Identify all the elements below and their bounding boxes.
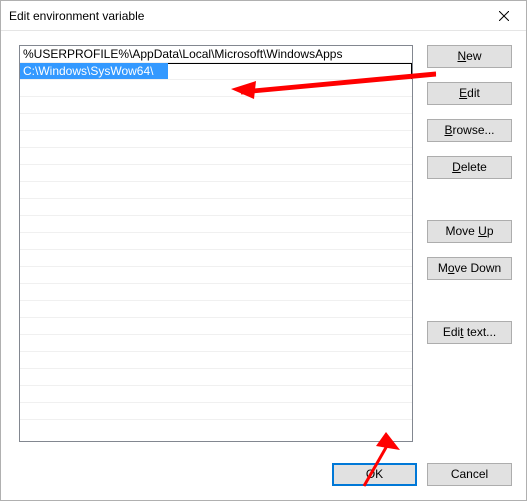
new-button[interactable]: New bbox=[427, 45, 512, 68]
edit-button[interactable]: Edit bbox=[427, 82, 512, 105]
close-button[interactable] bbox=[481, 1, 526, 30]
path-listbox[interactable]: %USERPROFILE%\AppData\Local\Microsoft\Wi… bbox=[19, 45, 413, 442]
edit-text-button[interactable]: Edit text... bbox=[427, 321, 512, 344]
side-buttons: New Edit Browse... Delete Move Up Move D… bbox=[427, 45, 512, 344]
browse-button[interactable]: Browse... bbox=[427, 119, 512, 142]
move-down-button[interactable]: Move Down bbox=[427, 257, 512, 280]
edit-field-remainder[interactable] bbox=[168, 63, 412, 80]
close-icon bbox=[499, 11, 509, 21]
cancel-button[interactable]: Cancel bbox=[427, 463, 512, 486]
window-title: Edit environment variable bbox=[9, 9, 144, 23]
listbox-empty-grid bbox=[20, 80, 412, 441]
dialog-content: %USERPROFILE%\AppData\Local\Microsoft\Wi… bbox=[1, 31, 526, 500]
dialog-footer-buttons: OK Cancel bbox=[332, 463, 512, 486]
move-up-button[interactable]: Move Up bbox=[427, 220, 512, 243]
delete-button[interactable]: Delete bbox=[427, 156, 512, 179]
edit-field-selected-text[interactable]: C:\Windows\SysWow64\ bbox=[20, 63, 168, 80]
titlebar: Edit environment variable bbox=[1, 1, 526, 31]
ok-button[interactable]: OK bbox=[332, 463, 417, 486]
list-item-editing[interactable]: C:\Windows\SysWow64\ bbox=[20, 63, 412, 80]
list-item[interactable]: %USERPROFILE%\AppData\Local\Microsoft\Wi… bbox=[20, 46, 412, 63]
